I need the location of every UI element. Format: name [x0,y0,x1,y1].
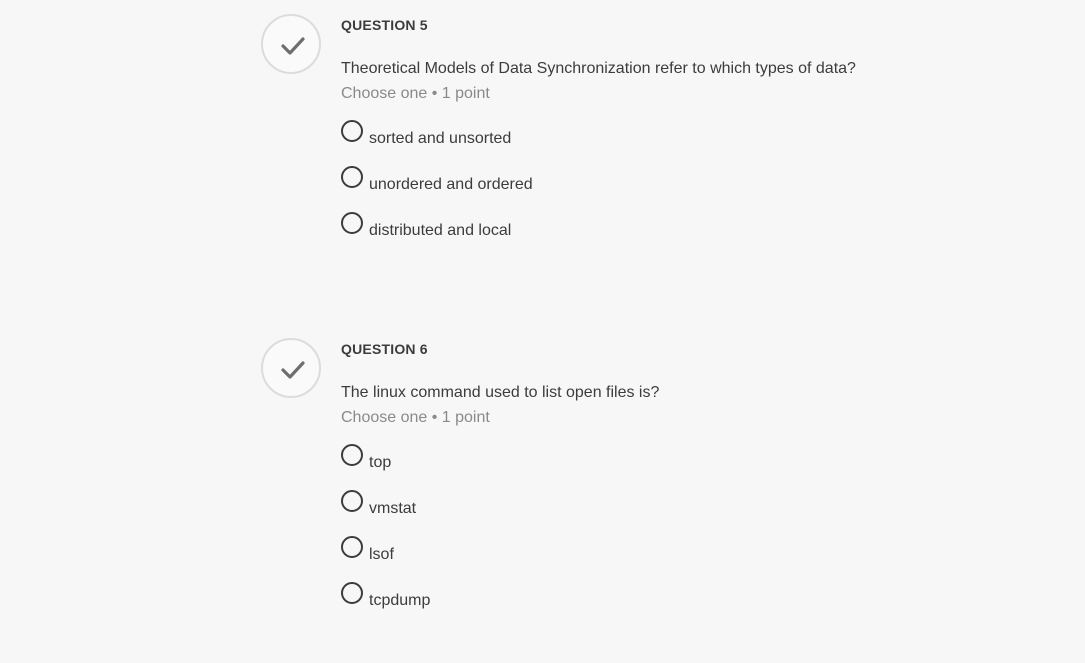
answer-option-label: vmstat [369,500,417,517]
question-number: QUESTION 5 [341,17,428,33]
radio-button[interactable] [341,490,363,512]
quiz-page: QUESTION 5 Theoretical Models of Data Sy… [0,0,1085,663]
answer-option-label: tcpdump [369,592,431,609]
radio-button[interactable] [341,536,363,558]
answer-option[interactable]: tcpdump [341,582,741,628]
answer-option-label: lsof [369,546,394,563]
radio-button[interactable] [341,166,363,188]
answer-option[interactable]: unordered and ordered [341,166,741,212]
answer-option[interactable]: lsof [341,536,741,582]
question-meta: Choose one • 1 point [341,85,490,102]
question-number: QUESTION 6 [341,341,428,357]
answer-option[interactable]: top [341,444,741,490]
question-text: The linux command used to list open file… [341,384,660,401]
answer-option[interactable]: distributed and local [341,212,741,258]
checkmark-icon [281,361,305,379]
answer-option-label: unordered and ordered [369,176,533,193]
radio-button[interactable] [341,212,363,234]
checkmark-icon [281,37,305,55]
answer-option[interactable]: sorted and unsorted [341,120,741,166]
answer-options: top vmstat lsof tcpdump [341,444,741,628]
answer-option-label: distributed and local [369,222,512,239]
question-text: Theoretical Models of Data Synchronizati… [341,60,856,77]
answer-option-label: sorted and unsorted [369,130,512,147]
question-meta: Choose one • 1 point [341,409,490,426]
radio-button[interactable] [341,582,363,604]
answer-option-label: top [369,454,392,471]
answer-options: sorted and unsorted unordered and ordere… [341,120,741,258]
radio-button[interactable] [341,120,363,142]
answered-status-circle [261,338,321,398]
answer-option[interactable]: vmstat [341,490,741,536]
radio-button[interactable] [341,444,363,466]
answered-status-circle [261,14,321,74]
